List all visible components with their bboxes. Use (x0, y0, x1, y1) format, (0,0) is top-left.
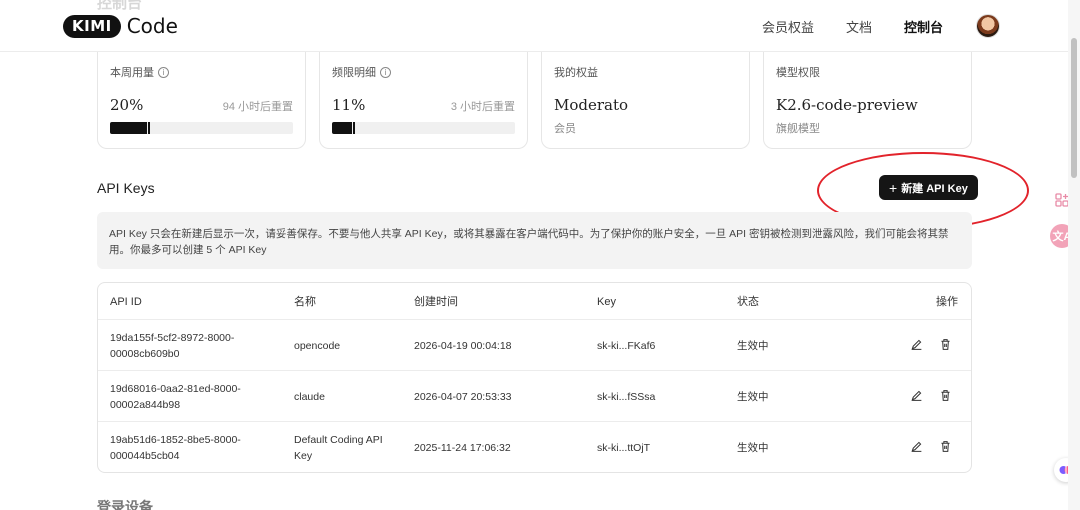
col-api-id: API ID (110, 296, 142, 308)
row-status: 生效中 (737, 340, 769, 352)
top-nav: 会员权益 文档 控制台 (762, 17, 943, 36)
rate-progress-bar (332, 122, 515, 134)
model-sub: 旗舰模型 (776, 123, 820, 135)
card-label: 频限明细 i (332, 64, 515, 80)
info-icon[interactable]: i (380, 66, 391, 78)
logo[interactable]: KIMI Code (63, 14, 178, 38)
col-actions: 操作 (936, 296, 958, 308)
row-created: 2025-11-24 17:06:32 (414, 442, 511, 454)
table-header: API ID 名称 创建时间 Key 状态 操作 (98, 283, 971, 320)
plus-icon: + (889, 179, 898, 196)
membership-card: 我的权益 Moderato 会员 (541, 52, 750, 149)
api-keys-title: API Keys (97, 180, 155, 196)
api-keys-table: API ID 名称 创建时间 Key 状态 操作 19da155f-5cf2-8… (97, 282, 972, 473)
col-name: 名称 (294, 296, 316, 308)
page-title: 控制台 (97, 0, 143, 12)
row-name: Default Coding API Key (294, 434, 383, 462)
col-key: Key (597, 296, 616, 308)
trash-icon[interactable] (939, 389, 952, 402)
membership-value: Moderato (554, 96, 629, 114)
row-created: 2026-04-07 20:53:33 (414, 391, 512, 403)
membership-sub: 会员 (554, 123, 576, 135)
card-label-text: 本周用量 (110, 67, 154, 79)
trash-icon[interactable] (939, 440, 952, 453)
usage-progress-fill (110, 122, 150, 134)
api-key-notice: API Key 只会在新建后显示一次，请妥善保存。不要与他人共享 API Key… (97, 212, 972, 269)
usage-progress-bar (110, 122, 293, 134)
edit-icon[interactable] (910, 338, 923, 351)
table-row: 19d68016-0aa2-81ed-8000-00002a844b98 cla… (98, 371, 971, 422)
nav-docs[interactable]: 文档 (846, 17, 872, 36)
rate-percent: 11% (332, 96, 366, 114)
nav-console[interactable]: 控制台 (904, 17, 943, 36)
rate-limit-card: 频限明细 i 11% 3 小时后重置 (319, 52, 528, 149)
card-label: 我的权益 (554, 67, 598, 79)
page: KIMI Code 会员权益 文档 控制台 控制台 本周用量 i 20% 94 … (0, 0, 1080, 510)
top-header: KIMI Code 会员权益 文档 控制台 (0, 0, 1068, 52)
info-icon[interactable]: i (158, 66, 169, 78)
row-created: 2026-04-19 00:04:18 (414, 340, 512, 352)
login-devices-title: 登录设备 (97, 499, 153, 510)
model-value: K2.6-code-preview (776, 96, 918, 114)
row-key: sk-ki...ttOjT (597, 442, 651, 454)
logo-text: Code (126, 14, 178, 38)
card-label: 模型权限 (776, 67, 820, 79)
reset-time: 3 小时后重置 (450, 101, 515, 113)
reset-time: 94 小时后重置 (222, 101, 293, 113)
avatar[interactable] (976, 14, 1000, 38)
row-key: sk-ki...FKaf6 (597, 340, 656, 352)
row-status: 生效中 (737, 391, 769, 403)
card-label: 本周用量 i (110, 64, 293, 80)
new-api-key-label: 新建 API Key (901, 182, 968, 195)
trash-icon[interactable] (939, 338, 952, 351)
row-api-id: 19da155f-5cf2-8972-8000-00008cb609b0 (110, 332, 235, 360)
logo-badge: KIMI (63, 14, 121, 38)
card-label-text: 频限明细 (332, 67, 376, 79)
table-row: 19ab51d6-1852-8be5-8000-000044b5cb04 Def… (98, 422, 971, 472)
col-status: 状态 (737, 296, 759, 308)
scrollbar-thumb[interactable] (1071, 38, 1077, 178)
new-api-key-button[interactable]: + 新建 API Key (879, 175, 978, 200)
row-status: 生效中 (737, 442, 769, 454)
usage-percent: 20% (110, 96, 144, 114)
nav-membership[interactable]: 会员权益 (762, 17, 814, 36)
rate-progress-fill (332, 122, 356, 134)
row-api-id: 19ab51d6-1852-8be5-8000-000044b5cb04 (110, 434, 241, 462)
row-api-id: 19d68016-0aa2-81ed-8000-00002a844b98 (110, 383, 241, 411)
scrollbar[interactable] (1068, 0, 1080, 510)
weekly-usage-card: 本周用量 i 20% 94 小时后重置 (97, 52, 306, 149)
model-access-card: 模型权限 K2.6-code-preview 旗舰模型 (763, 52, 972, 149)
edit-icon[interactable] (910, 440, 923, 453)
table-row: 19da155f-5cf2-8972-8000-00008cb609b0 ope… (98, 320, 971, 371)
row-key: sk-ki...fSSsa (597, 391, 656, 403)
row-name: opencode (294, 340, 341, 352)
edit-icon[interactable] (910, 389, 923, 402)
col-created: 创建时间 (414, 296, 458, 308)
row-name: claude (294, 391, 325, 403)
